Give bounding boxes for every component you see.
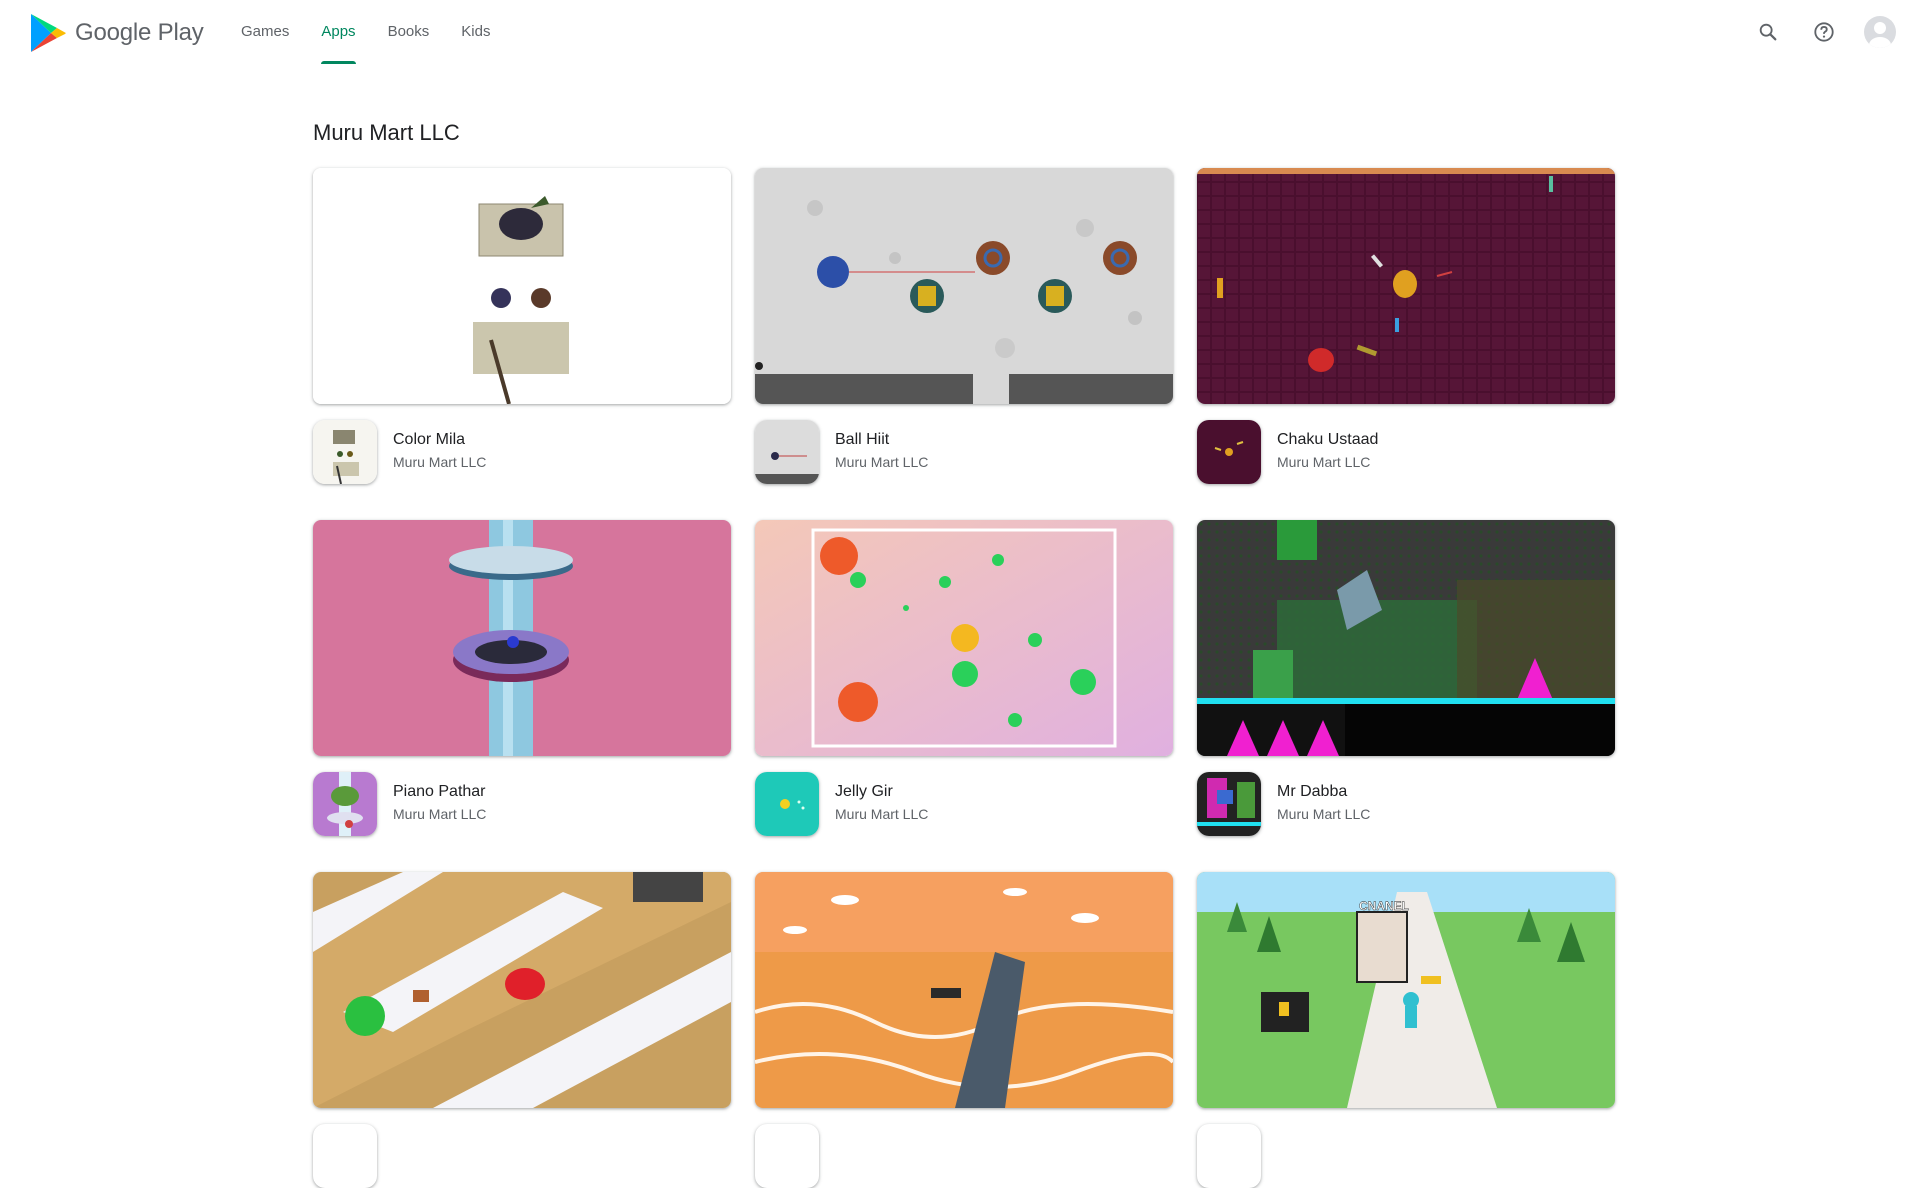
app-screenshot xyxy=(755,168,1173,404)
app-name: Mr Dabba xyxy=(1277,783,1348,800)
app-name: Piano Pathar xyxy=(393,783,486,800)
app-icon xyxy=(313,420,377,484)
app-card-color-mila[interactable]: Color Mila Muru Mart LLC xyxy=(313,168,731,484)
app-grid: Color Mila Muru Mart LLC Ball Hiit Muru … xyxy=(313,168,1615,1188)
app-screenshot xyxy=(313,168,731,404)
app-card-8[interactable] xyxy=(755,872,1173,1188)
developer-name[interactable]: Muru Mart LLC xyxy=(1277,452,1378,472)
app-card-jelly-gir[interactable]: Jelly Gir Muru Mart LLC xyxy=(755,520,1173,836)
app-name: Ball Hiit xyxy=(835,431,890,448)
nav-tab-books[interactable]: Books xyxy=(372,0,446,64)
google-play-logo[interactable]: Google Play xyxy=(30,13,204,53)
app-icon xyxy=(1197,420,1261,484)
app-screenshot xyxy=(1197,168,1615,404)
app-icon xyxy=(1197,772,1261,836)
app-icon xyxy=(755,772,819,836)
app-icon xyxy=(313,772,377,836)
app-icon xyxy=(313,1124,377,1188)
cnanel-sign: CNANEL xyxy=(1359,899,1409,913)
app-name: Color Mila xyxy=(393,431,466,448)
app-name: Chaku Ustaad xyxy=(1277,431,1379,448)
main-content: Muru Mart LLC Color Mila Muru Mart LLC B… xyxy=(313,120,1615,1188)
nav-tab-games[interactable]: Games xyxy=(225,0,305,64)
help-button[interactable] xyxy=(1804,12,1844,52)
top-nav: Games Apps Books Kids xyxy=(225,0,506,64)
account-button[interactable] xyxy=(1860,12,1900,52)
brand-name: Google Play xyxy=(75,19,204,46)
app-card-piano-pathar[interactable]: Piano Pathar Muru Mart LLC xyxy=(313,520,731,836)
app-screenshot xyxy=(313,872,731,1108)
app-icon xyxy=(755,1124,819,1188)
app-icon xyxy=(755,420,819,484)
search-button[interactable] xyxy=(1748,12,1788,52)
developer-name[interactable]: Muru Mart LLC xyxy=(835,452,928,472)
nav-tab-kids[interactable]: Kids xyxy=(445,0,506,64)
app-screenshot xyxy=(755,520,1173,756)
app-icon xyxy=(1197,1124,1261,1188)
app-screenshot xyxy=(1197,520,1615,756)
app-screenshot xyxy=(313,520,731,756)
play-logo-icon xyxy=(31,14,66,52)
developer-name[interactable]: Muru Mart LLC xyxy=(393,804,486,824)
app-name: Jelly Gir xyxy=(835,783,893,800)
app-card-ball-hiit[interactable]: Ball Hiit Muru Mart LLC xyxy=(755,168,1173,484)
search-icon xyxy=(1759,23,1777,41)
developer-name[interactable]: Muru Mart LLC xyxy=(393,452,486,472)
app-screenshot: CNANEL xyxy=(1197,872,1615,1108)
help-icon xyxy=(1814,22,1834,42)
avatar xyxy=(1864,16,1896,48)
developer-name[interactable]: Muru Mart LLC xyxy=(835,804,928,824)
header-actions xyxy=(1748,12,1900,52)
developer-name[interactable]: Muru Mart LLC xyxy=(1277,804,1370,824)
app-card-7[interactable] xyxy=(313,872,731,1188)
app-card-chaku-ustaad[interactable]: Chaku Ustaad Muru Mart LLC xyxy=(1197,168,1615,484)
top-app-bar: Google Play Games Apps Books Kids xyxy=(0,0,1920,64)
app-card-9[interactable]: CNANEL xyxy=(1197,872,1615,1188)
page-title: Muru Mart LLC xyxy=(313,120,460,145)
app-screenshot xyxy=(755,872,1173,1108)
app-card-mr-dabba[interactable]: Mr Dabba Muru Mart LLC xyxy=(1197,520,1615,836)
nav-tab-apps[interactable]: Apps xyxy=(305,0,371,64)
